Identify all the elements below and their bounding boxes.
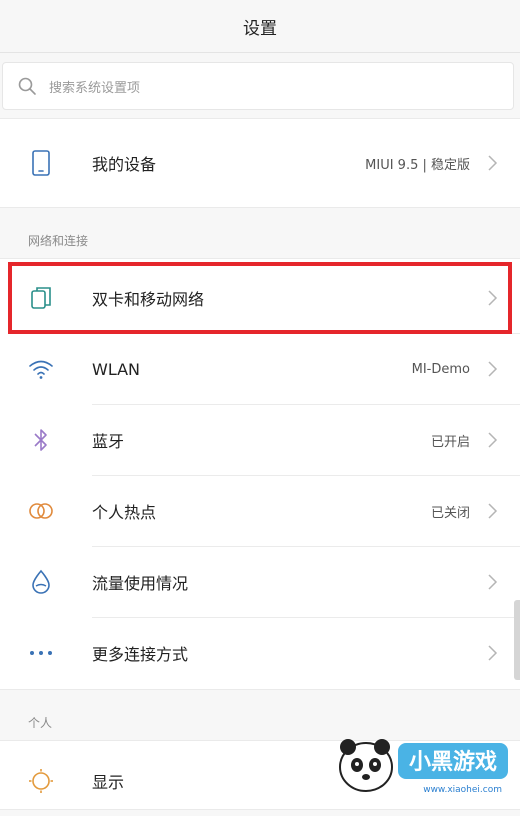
- chevron-right-icon: [488, 290, 498, 306]
- bluetooth-icon: [28, 427, 54, 453]
- list-item-label: WLAN: [92, 359, 141, 379]
- search-placeholder: 搜索系统设置项: [49, 80, 141, 96]
- list-item-wlan[interactable]: WLAN MI-Demo: [0, 334, 520, 404]
- watermark-url: www.xiaohei.com: [423, 785, 502, 795]
- more-dots-icon: [28, 640, 54, 666]
- section-title-personal: 个人: [28, 716, 53, 730]
- list-item-label: 个人热点: [92, 503, 157, 522]
- list-item-more-connections[interactable]: 更多连接方式: [0, 618, 520, 688]
- chevron-right-icon: [488, 155, 498, 171]
- list-item-dual-sim[interactable]: 双卡和移动网络: [0, 263, 520, 333]
- list-item-value: 已开启: [430, 434, 470, 450]
- data-usage-icon: [28, 569, 54, 595]
- chevron-right-icon: [488, 361, 498, 377]
- list-item-value: 已关闭: [430, 505, 470, 521]
- scrollbar-handle[interactable]: [514, 600, 520, 680]
- chevron-right-icon: [488, 645, 498, 661]
- search-bar[interactable]: 搜索系统设置项: [2, 62, 514, 110]
- list-item-data-usage[interactable]: 流量使用情况: [0, 547, 520, 617]
- list-item-label: 双卡和移动网络: [92, 290, 205, 309]
- list-item-hotspot[interactable]: 个人热点 已关闭: [0, 476, 520, 546]
- chevron-right-icon: [488, 432, 498, 448]
- wifi-icon: [28, 356, 54, 382]
- list-item-label: 显示: [92, 773, 125, 792]
- hotspot-icon: [28, 498, 54, 524]
- title-bar: 设置: [0, 0, 520, 53]
- page-title: 设置: [243, 18, 277, 39]
- list-item-label: 蓝牙: [92, 432, 125, 451]
- list-item-value: MI-Demo: [411, 361, 470, 377]
- search-icon: [18, 77, 36, 95]
- phone-icon: [28, 150, 54, 176]
- chevron-right-icon: [488, 574, 498, 590]
- list-item-label: 更多连接方式: [92, 645, 189, 664]
- section-title-network: 网络和连接: [28, 234, 89, 248]
- my-device-row[interactable]: 我的设备 MIUI 9.5 | 稳定版: [0, 128, 520, 198]
- list-item-bluetooth[interactable]: 蓝牙 已开启: [0, 405, 520, 475]
- display-sun-icon: [28, 768, 54, 794]
- my-device-label: 我的设备: [92, 155, 157, 174]
- list-item-label: 流量使用情况: [92, 574, 189, 593]
- sim-cards-icon: [28, 285, 54, 311]
- svg-text:小黑游戏: 小黑游戏: [409, 749, 497, 775]
- chevron-right-icon: [488, 503, 498, 519]
- my-device-value: MIUI 9.5 | 稳定版: [365, 157, 470, 173]
